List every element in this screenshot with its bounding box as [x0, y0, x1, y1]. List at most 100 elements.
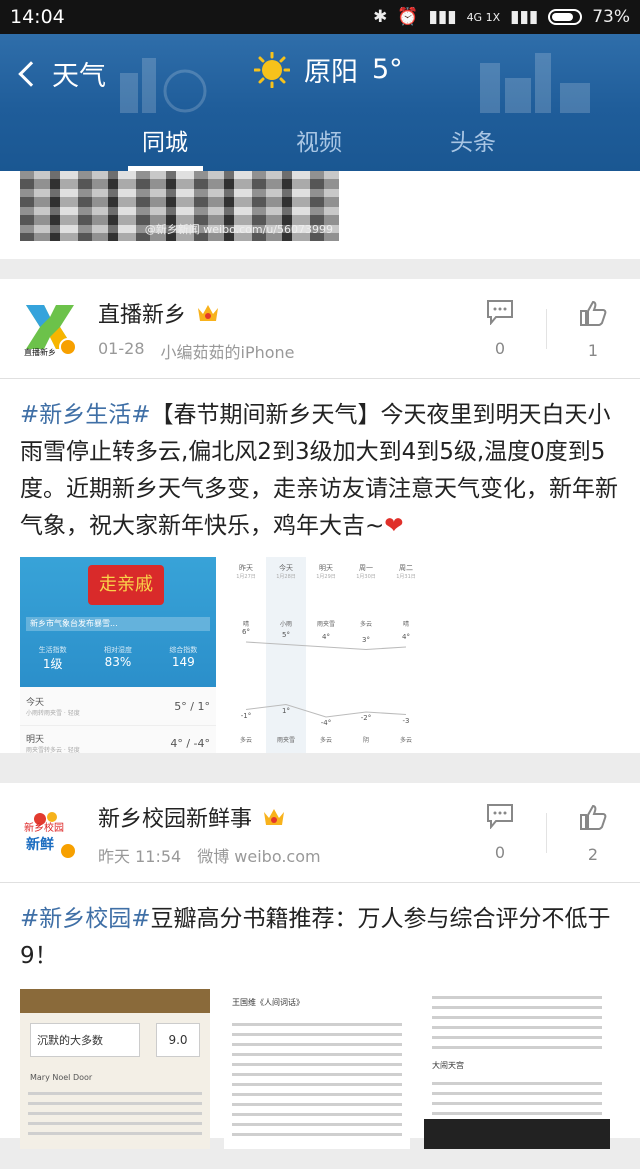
city-name: 原阳: [304, 57, 358, 88]
book-caption-1: Mary Noel Door: [30, 1073, 93, 1082]
post-image-weather-app[interactable]: 走亲戚 新乡市气象台发布暴雪... 生活指数 1级 相对湿度 83% 综合指数 149…: [20, 557, 216, 753]
post-header-2: 新乡校园 新鲜 新乡校园新鲜事 昨天 11:54 微博 weibo.com 0: [0, 783, 640, 883]
like-button[interactable]: 1: [573, 299, 613, 360]
comment-button-2[interactable]: 0: [480, 803, 520, 862]
weather-summary[interactable]: 原阳 5°: [254, 50, 403, 89]
post-meta-2: 昨天 11:54 微博 weibo.com: [98, 843, 321, 867]
vip-crown-icon-2: [264, 809, 285, 825]
trend-day-label: 周一: [359, 564, 373, 572]
post-date: 01-28: [98, 339, 145, 358]
trend-condition-bottom: 多云: [399, 737, 412, 744]
post-images: 走亲戚 新乡市气象台发布暴雪... 生活指数 1级 相对湿度 83% 综合指数 149…: [0, 545, 640, 773]
trend-date-label: 1月31日: [396, 574, 416, 580]
weather-app-top: 走亲戚 新乡市气象台发布暴雪... 生活指数 1级 相对湿度 83% 综合指数 149: [20, 557, 216, 687]
back-chevron-icon: [18, 60, 44, 87]
trend-date-label: 1月29日: [316, 574, 336, 580]
trend-condition-top: 小雨: [279, 621, 292, 628]
back-button[interactable]: 天气: [18, 54, 106, 93]
trend-high-temp: 4°: [322, 633, 330, 641]
avatar-2[interactable]: 新乡校园 新鲜: [22, 805, 78, 861]
post-source: 小编茹茹的iPhone: [160, 343, 295, 362]
comment-count-2: 0: [494, 843, 506, 862]
author-name-2[interactable]: 新乡校园新鲜事: [98, 801, 286, 833]
trend-high-temp: 6°: [242, 628, 250, 636]
trend-day-label: 今天: [279, 564, 293, 572]
book-image-2[interactable]: 王国维《人间词话》: [224, 989, 410, 1149]
stat-divider: [546, 309, 547, 349]
topic-tag-2[interactable]: #新乡校园#: [20, 906, 151, 932]
battery-icon: [548, 9, 583, 25]
trend-condition-bottom: 阴: [362, 737, 369, 744]
tab-bar: 同城 视频 头条: [0, 109, 640, 171]
comment-icon-2: [487, 804, 513, 829]
post-source-2: 微博 weibo.com: [197, 847, 321, 866]
back-label: 天气: [52, 61, 106, 92]
like-count-2: 2: [587, 845, 599, 864]
trend-low-temp: 1°: [282, 706, 290, 715]
post-header: 直播新乡 直播新乡 01-28 小编茹茹的iPhone 0 1: [0, 279, 640, 379]
post-images-2: 沉默的大多数 9.0 Mary Noel Door 王国维《人间词话》 大闹天宫: [0, 975, 640, 1169]
trend-day-label: 昨天: [239, 564, 253, 572]
post-text: #新乡生活#【春节期间新乡天气】今天夜里到明天白天小雨雪停止转多云,偏北风2到3…: [0, 379, 640, 545]
comment-count: 0: [494, 339, 506, 358]
book-image-3[interactable]: 大闹天宫: [424, 989, 610, 1149]
book-image-1[interactable]: 沉默的大多数 9.0 Mary Noel Door: [20, 989, 210, 1149]
trend-condition-top: 多云: [359, 621, 372, 628]
trend-date-label: 1月30日: [356, 574, 376, 580]
svg-text:新鲜: 新鲜: [26, 836, 54, 853]
trend-day-label: 周二: [399, 564, 413, 572]
book-caption-2: 王国维《人间词话》: [232, 998, 304, 1007]
trend-high-temp: 5°: [282, 630, 290, 639]
battery-percent: 73%: [592, 7, 630, 27]
svg-text:新乡校园: 新乡校园: [24, 821, 64, 834]
trend-low-temp: -3: [402, 716, 410, 725]
trend-high-temp: 4°: [402, 633, 410, 641]
trend-date-label: 1月28日: [276, 574, 296, 580]
post-card: 直播新乡 直播新乡 01-28 小编茹茹的iPhone 0 1 #新乡生活#【春…: [0, 279, 640, 753]
book-score: 9.0: [156, 1023, 200, 1057]
vip-crown-icon: [198, 305, 219, 321]
stat-divider-2: [546, 813, 547, 853]
comment-icon: [487, 300, 513, 325]
heart-emoji: ❤: [384, 513, 404, 539]
trend-high-temp: 3°: [362, 635, 370, 644]
svg-text:直播新乡: 直播新乡: [24, 347, 56, 357]
status-bar: 14:04 ✱ ⏰ ▮▮▮ 4G 1X ▮▮▮ 73%: [0, 0, 640, 34]
trend-condition-bottom: 多云: [319, 737, 332, 744]
tab-headlines[interactable]: 头条: [450, 123, 496, 157]
new-year-banner: 走亲戚: [88, 565, 164, 605]
trend-condition-top: 晴: [242, 621, 249, 628]
trend-condition-bottom: 多云: [239, 737, 252, 744]
bluetooth-icon: ✱: [373, 7, 388, 27]
trend-low-temp: -4°: [320, 719, 332, 727]
status-time: 14:04: [10, 6, 65, 28]
tab-tongcheng[interactable]: 同城: [142, 123, 188, 157]
temperature: 5°: [372, 54, 403, 85]
traffic-photo[interactable]: @新乡新闻 weibo.com/u/56073999: [20, 171, 339, 241]
trend-condition-top: 雨夹雪: [316, 621, 335, 628]
trend-date-label: 1月27日: [236, 574, 256, 580]
post-image-weather-trend[interactable]: 昨天 1月27日晴 6° -1° 多云 今天 1月28日小雨 5° 1° 雨夹雪 明天 1月29日雨夹…: [230, 557, 426, 753]
book-title: 沉默的大多数: [30, 1023, 140, 1057]
post-text-2: #新乡校园#豆瓣高分书籍推荐：万人参与综合评分不低于9！: [0, 883, 640, 975]
forecast-row-tomorrow: 明天 雨夹雪转多云 · 轻度 4° / -4°: [20, 725, 216, 753]
thumbs-up-icon-2: [580, 804, 607, 830]
trend-low-temp: -1°: [240, 711, 252, 720]
post-card-2: 新乡校园 新鲜 新乡校园新鲜事 昨天 11:54 微博 weibo.com 0: [0, 783, 640, 1149]
weather-alert: 新乡市气象台发布暴雪...: [26, 617, 210, 631]
thumbs-up-icon: [580, 300, 607, 326]
avatar[interactable]: 直播新乡: [22, 301, 78, 357]
topic-tag[interactable]: #新乡生活#: [20, 402, 151, 428]
signal-icon-2: ▮▮▮: [510, 7, 539, 27]
like-button-2[interactable]: 2: [573, 803, 613, 864]
photo-watermark: @新乡新闻 weibo.com/u/56073999: [144, 223, 333, 236]
trend-day-label: 明天: [319, 564, 333, 572]
alarm-icon: ⏰: [397, 7, 419, 27]
author-name[interactable]: 直播新乡: [98, 297, 220, 329]
app-header: 天气 原阳 5° 同城 视频 头条: [0, 34, 640, 171]
trend-condition-bottom: 雨夹雪: [276, 737, 295, 744]
network-label: 4G 1X: [466, 10, 501, 24]
tab-video[interactable]: 视频: [296, 123, 342, 157]
book-caption-3: 大闹天宫: [432, 1061, 464, 1070]
comment-button[interactable]: 0: [480, 299, 520, 358]
